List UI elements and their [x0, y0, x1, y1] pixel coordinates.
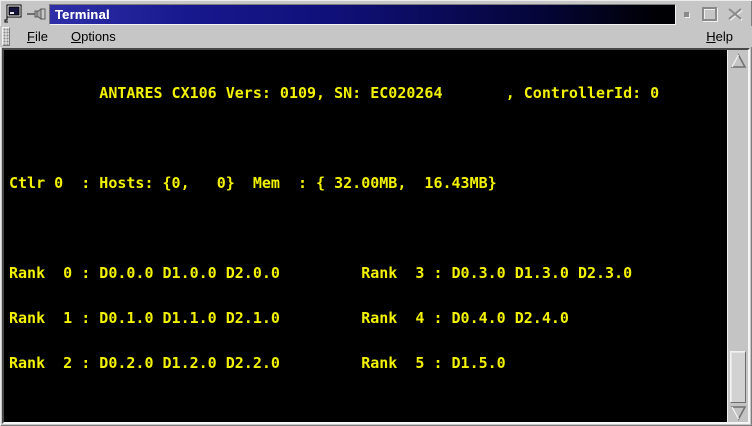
- window-title: Terminal: [55, 8, 110, 21]
- scrollbar-thumb[interactable]: [730, 351, 746, 403]
- terminal-screen[interactable]: ANTARES CX106 Vers: 0109, SN: EC020264 ,…: [4, 50, 727, 422]
- terminal-line: Rank 1 : D0.1.0 D1.1.0 D2.1.0 Rank 4 : D…: [9, 311, 727, 326]
- terminal-app-icon[interactable]: [4, 4, 24, 24]
- scrollbar-trough[interactable]: [728, 71, 748, 403]
- terminal-line: [9, 131, 727, 146]
- scroll-down-arrow-icon[interactable]: [728, 403, 748, 422]
- maximize-button[interactable]: [702, 7, 717, 21]
- titlebar-row: Terminal: [0, 0, 752, 26]
- menubar: File Options Help: [0, 26, 752, 47]
- terminal-line: [9, 221, 727, 236]
- terminal-line: [9, 401, 727, 416]
- terminal-frame: ANTARES CX106 Vers: 0109, SN: EC020264 ,…: [2, 48, 750, 424]
- menubar-grip[interactable]: [2, 27, 10, 46]
- minimize-button[interactable]: [684, 12, 689, 17]
- terminal-line: ANTARES CX106 Vers: 0109, SN: EC020264 ,…: [9, 86, 727, 101]
- menu-help[interactable]: Help: [706, 30, 733, 43]
- terminal-window: Terminal File Options Help ANTARES CX: [0, 0, 752, 426]
- terminal-line: Rank 0 : D0.0.0 D1.0.0 D2.0.0 Rank 3 : D…: [9, 266, 727, 281]
- window-controls: [676, 3, 750, 25]
- titlebar[interactable]: Terminal: [49, 4, 676, 25]
- menu-options[interactable]: Options: [71, 30, 116, 43]
- terminal-line: Rank 2 : D0.2.0 D1.2.0 D2.2.0 Rank 5 : D…: [9, 356, 727, 371]
- menu-file[interactable]: File: [27, 30, 48, 43]
- window-pin-icon[interactable]: [27, 7, 47, 21]
- close-button[interactable]: [726, 6, 744, 22]
- vertical-scrollbar: [727, 50, 748, 422]
- terminal-line: Ctlr 0 : Hosts: {0, 0} Mem : { 32.00MB, …: [9, 176, 727, 191]
- scroll-up-arrow-icon[interactable]: [728, 50, 748, 71]
